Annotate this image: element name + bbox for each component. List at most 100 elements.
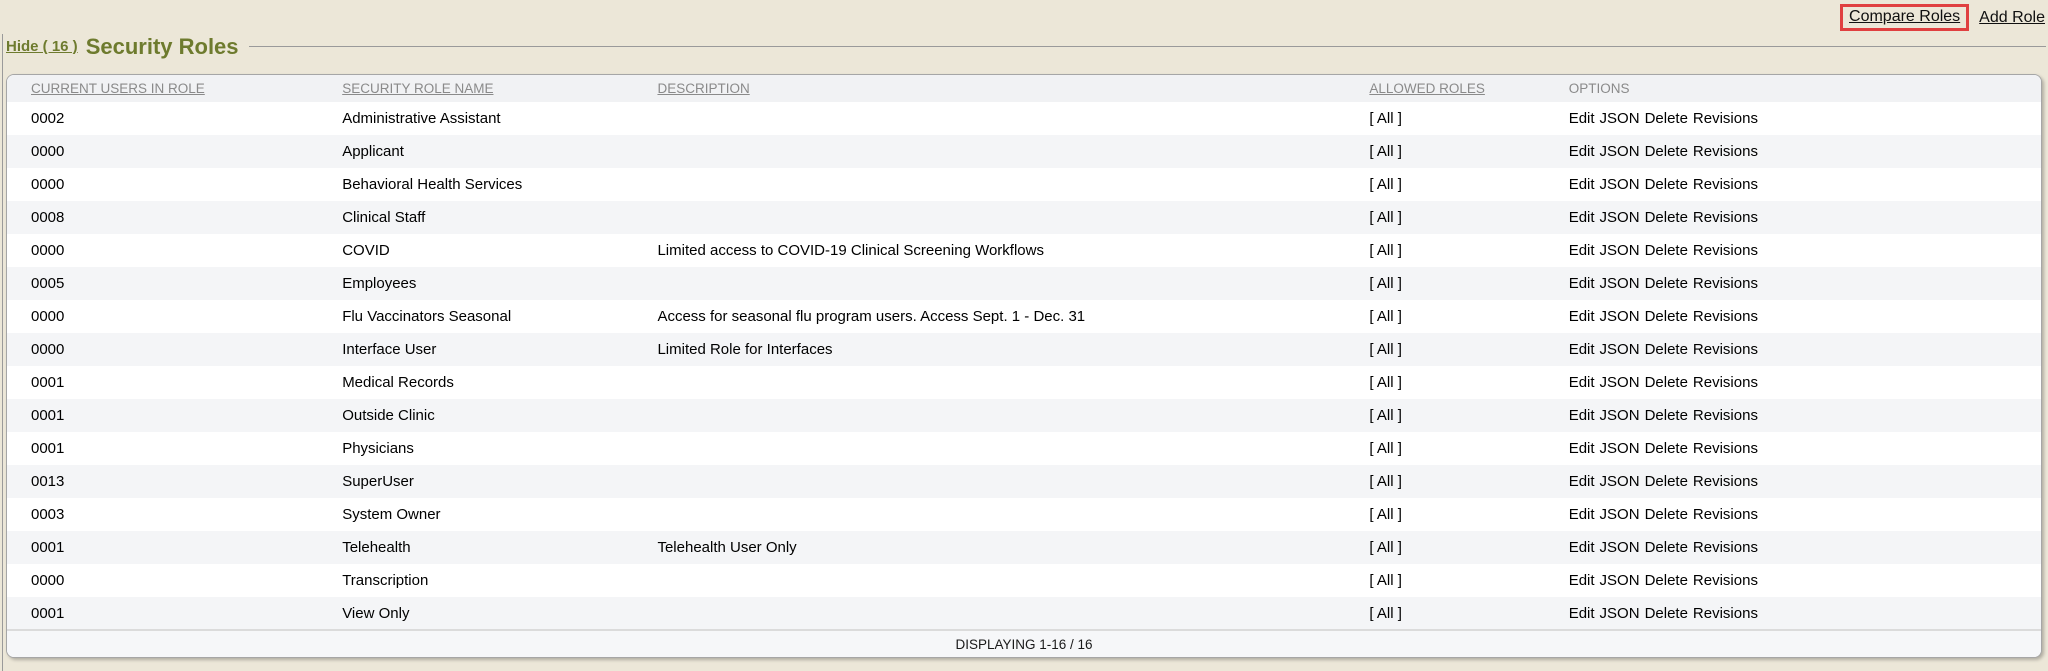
- compare-roles-highlight: Compare Roles: [1840, 4, 1969, 31]
- option-revisions-link[interactable]: Revisions: [1693, 143, 1758, 160]
- option-revisions-link[interactable]: Revisions: [1693, 275, 1758, 292]
- table-row: 0005 Employees [ All ] EditJSONDeleteRev…: [7, 267, 2041, 300]
- option-delete-link[interactable]: Delete: [1645, 407, 1688, 424]
- option-revisions-link[interactable]: Revisions: [1693, 308, 1758, 325]
- table-row: 0001 Physicians [ All ] EditJSONDeleteRe…: [7, 432, 2041, 465]
- role-name-cell: Medical Records: [318, 366, 633, 399]
- sort-role-name-link[interactable]: SECURITY ROLE NAME: [342, 81, 493, 96]
- table-row: 0001 Telehealth Telehealth User Only [ A…: [7, 531, 2041, 564]
- option-revisions-link[interactable]: Revisions: [1693, 572, 1758, 589]
- table-row: 0001 Outside Clinic [ All ] EditJSONDele…: [7, 399, 2041, 432]
- option-delete-link[interactable]: Delete: [1645, 209, 1688, 226]
- option-edit-link[interactable]: Edit: [1569, 341, 1595, 358]
- option-json-link[interactable]: JSON: [1600, 176, 1640, 193]
- option-delete-link[interactable]: Delete: [1645, 473, 1688, 490]
- option-revisions-link[interactable]: Revisions: [1693, 176, 1758, 193]
- option-json-link[interactable]: JSON: [1600, 308, 1640, 325]
- option-json-link[interactable]: JSON: [1600, 209, 1640, 226]
- table-row: 0000 COVID Limited access to COVID-19 Cl…: [7, 234, 2041, 267]
- sort-current-users-link[interactable]: CURRENT USERS IN ROLE: [31, 81, 205, 96]
- option-revisions-link[interactable]: Revisions: [1693, 242, 1758, 259]
- sort-description-link[interactable]: DESCRIPTION: [657, 81, 749, 96]
- option-delete-link[interactable]: Delete: [1645, 539, 1688, 556]
- option-json-link[interactable]: JSON: [1600, 539, 1640, 556]
- option-edit-link[interactable]: Edit: [1569, 308, 1595, 325]
- option-edit-link[interactable]: Edit: [1569, 605, 1595, 622]
- description-cell: [633, 102, 1345, 135]
- column-header-allowed-roles: ALLOWED ROLES: [1345, 75, 1544, 102]
- option-revisions-link[interactable]: Revisions: [1693, 605, 1758, 622]
- table-row: 0001 Medical Records [ All ] EditJSONDel…: [7, 366, 2041, 399]
- allowed-roles-cell: [ All ]: [1345, 300, 1544, 333]
- role-name-cell: Outside Clinic: [318, 399, 633, 432]
- option-edit-link[interactable]: Edit: [1569, 440, 1595, 457]
- role-name-cell: Applicant: [318, 135, 633, 168]
- option-edit-link[interactable]: Edit: [1569, 209, 1595, 226]
- option-json-link[interactable]: JSON: [1600, 506, 1640, 523]
- option-delete-link[interactable]: Delete: [1645, 374, 1688, 391]
- option-json-link[interactable]: JSON: [1600, 572, 1640, 589]
- option-edit-link[interactable]: Edit: [1569, 473, 1595, 490]
- options-cell: Edit JSON Delete Revisions: [1545, 597, 2041, 630]
- option-json-link[interactable]: JSON: [1600, 407, 1640, 424]
- users-count-cell: 0000: [7, 234, 318, 267]
- sort-allowed-roles-link[interactable]: ALLOWED ROLES: [1369, 81, 1485, 96]
- option-revisions-link[interactable]: Revisions: [1693, 110, 1758, 127]
- option-edit-link[interactable]: Edit: [1569, 143, 1595, 160]
- option-revisions-link[interactable]: Revisions: [1693, 440, 1758, 457]
- option-json-link[interactable]: JSON: [1600, 440, 1640, 457]
- option-edit-link[interactable]: Edit: [1569, 242, 1595, 259]
- option-edit-link[interactable]: Edit: [1569, 374, 1595, 391]
- role-name-cell: Clinical Staff: [318, 201, 633, 234]
- allowed-roles-cell: [ All ]: [1345, 465, 1544, 498]
- option-revisions-link[interactable]: Revisions: [1693, 539, 1758, 556]
- options-cell: Edit JSON Delete Revisions: [1545, 300, 2041, 333]
- option-json-link[interactable]: JSON: [1600, 110, 1640, 127]
- option-revisions-link[interactable]: Revisions: [1693, 341, 1758, 358]
- option-edit-link[interactable]: Edit: [1569, 110, 1595, 127]
- option-delete-link[interactable]: Delete: [1645, 341, 1688, 358]
- option-json-link[interactable]: JSON: [1600, 473, 1640, 490]
- compare-roles-link[interactable]: Compare Roles: [1849, 8, 1960, 25]
- options-cell: Edit JSON Delete Revisions: [1545, 135, 2041, 168]
- hide-section-link[interactable]: Hide ( 16 ): [6, 38, 78, 55]
- option-revisions-link[interactable]: Revisions: [1693, 473, 1758, 490]
- option-json-link[interactable]: JSON: [1600, 341, 1640, 358]
- option-revisions-link[interactable]: Revisions: [1693, 407, 1758, 424]
- option-revisions-link[interactable]: Revisions: [1693, 374, 1758, 391]
- option-delete-link[interactable]: Delete: [1645, 275, 1688, 292]
- option-json-link[interactable]: JSON: [1600, 242, 1640, 259]
- options-cell: Edit JSON Delete Revisions: [1545, 498, 2041, 531]
- role-name-cell: Physicians: [318, 432, 633, 465]
- option-delete-link[interactable]: Delete: [1645, 506, 1688, 523]
- allowed-roles-cell: [ All ]: [1345, 135, 1544, 168]
- option-revisions-link[interactable]: Revisions: [1693, 209, 1758, 226]
- option-delete-link[interactable]: Delete: [1645, 242, 1688, 259]
- option-delete-link[interactable]: Delete: [1645, 110, 1688, 127]
- option-edit-link[interactable]: Edit: [1569, 539, 1595, 556]
- option-delete-link[interactable]: Delete: [1645, 572, 1688, 589]
- option-json-link[interactable]: JSON: [1600, 275, 1640, 292]
- add-role-link[interactable]: Add Role: [1979, 9, 2045, 27]
- option-edit-link[interactable]: Edit: [1569, 176, 1595, 193]
- option-delete-link[interactable]: Delete: [1645, 605, 1688, 622]
- option-json-link[interactable]: JSON: [1600, 143, 1640, 160]
- option-delete-link[interactable]: Delete: [1645, 176, 1688, 193]
- option-delete-link[interactable]: Delete: [1645, 308, 1688, 325]
- allowed-roles-cell: [ All ]: [1345, 168, 1544, 201]
- table-header-row: CURRENT USERS IN ROLE SECURITY ROLE NAME…: [7, 75, 2041, 102]
- description-cell: [633, 597, 1345, 630]
- option-edit-link[interactable]: Edit: [1569, 506, 1595, 523]
- description-cell: [633, 135, 1345, 168]
- option-json-link[interactable]: JSON: [1600, 374, 1640, 391]
- option-edit-link[interactable]: Edit: [1569, 275, 1595, 292]
- role-name-cell: Employees: [318, 267, 633, 300]
- users-count-cell: 0008: [7, 201, 318, 234]
- option-delete-link[interactable]: Delete: [1645, 440, 1688, 457]
- option-json-link[interactable]: JSON: [1600, 605, 1640, 622]
- option-edit-link[interactable]: Edit: [1569, 407, 1595, 424]
- option-delete-link[interactable]: Delete: [1645, 143, 1688, 160]
- table-row: 0000 Applicant [ All ] EditJSONDeleteRev…: [7, 135, 2041, 168]
- option-edit-link[interactable]: Edit: [1569, 572, 1595, 589]
- option-revisions-link[interactable]: Revisions: [1693, 506, 1758, 523]
